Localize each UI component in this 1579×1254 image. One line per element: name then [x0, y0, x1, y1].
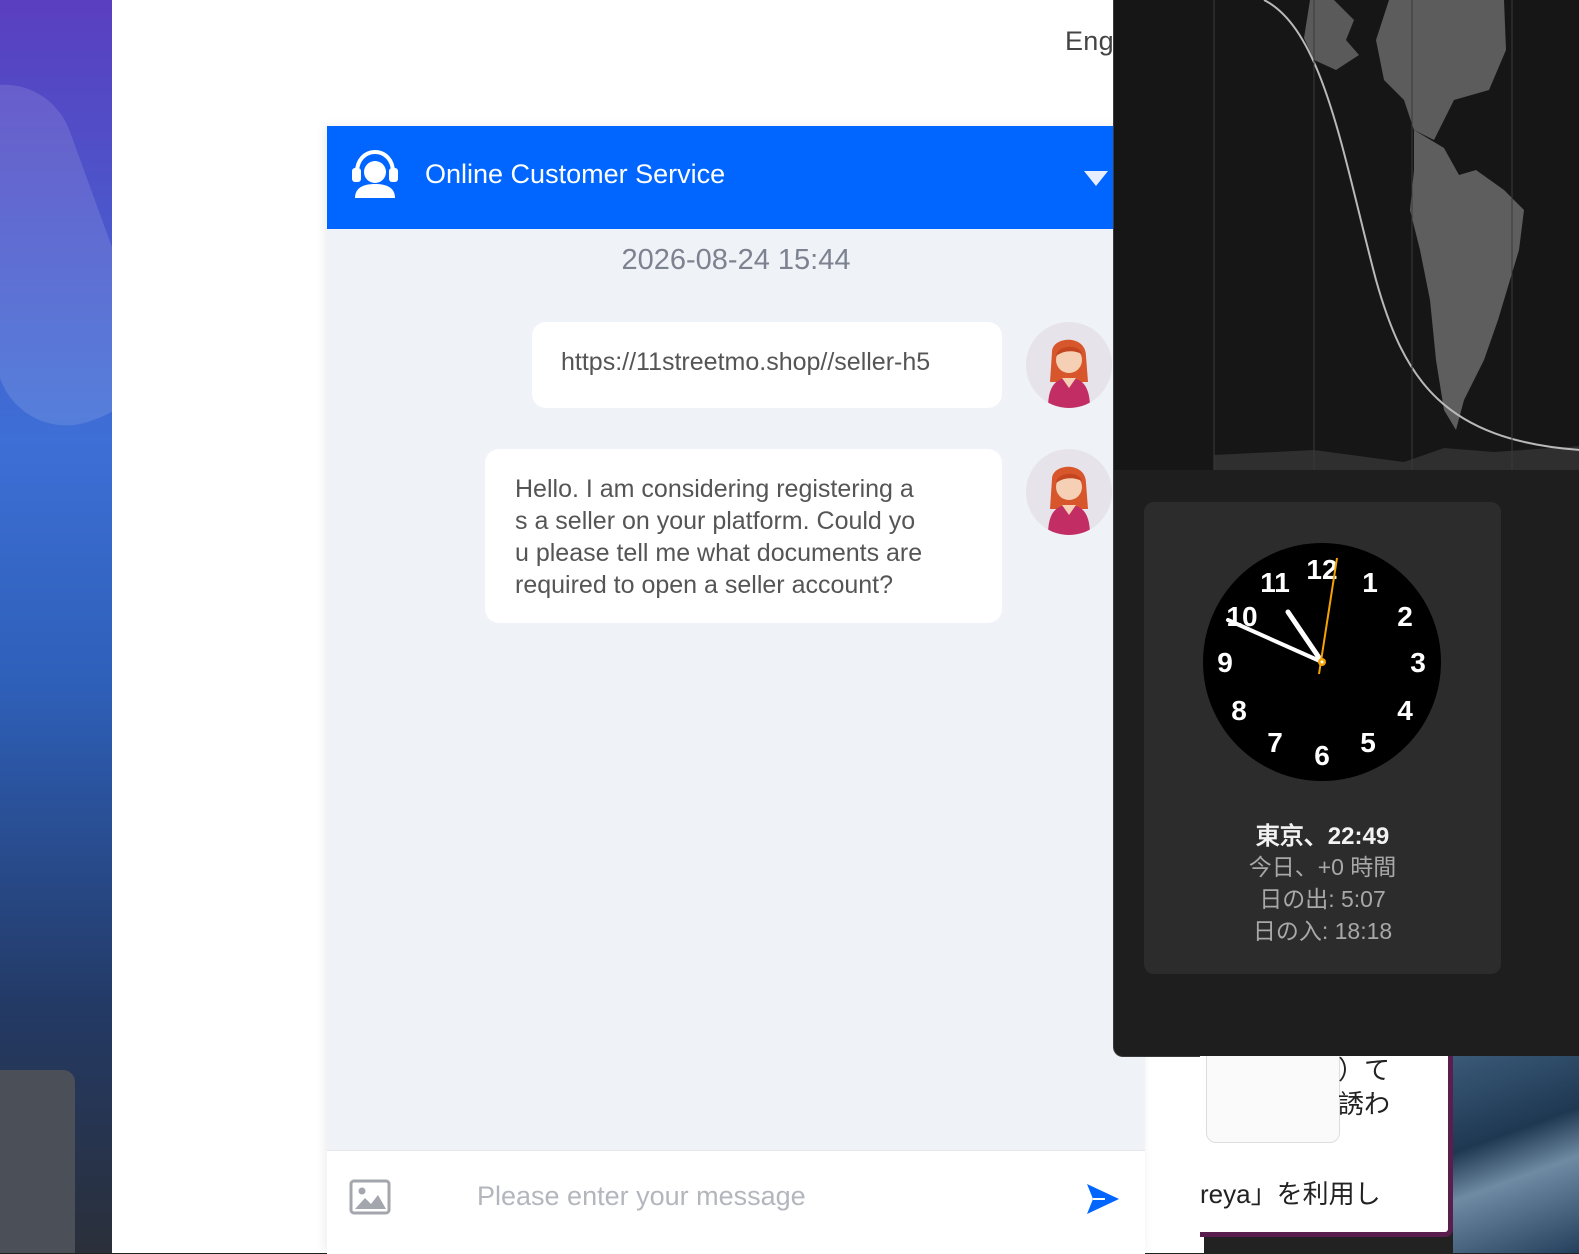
- clock-sunrise: 日の出: 5:07: [1259, 886, 1386, 912]
- clock-numeral: 4: [1397, 695, 1413, 726]
- background-text: ）て: [1338, 1055, 1391, 1085]
- world-map: [1114, 0, 1579, 470]
- clock-numeral: 11: [1260, 567, 1290, 598]
- message-bubble: Hello. I am considering registering a s …: [485, 449, 1002, 623]
- clock-numeral: 3: [1410, 647, 1426, 678]
- background-text: reya」を利用し: [1200, 1179, 1381, 1209]
- message-bubble: https://11streetmo.shop//seller-h5: [532, 322, 1002, 408]
- message-timestamp: 2026-08-24 15:44: [621, 244, 851, 276]
- chat-input-bar: [327, 1150, 1145, 1254]
- clock-sunset: 日の入: 18:18: [1252, 918, 1393, 944]
- clock-numeral: 2: [1397, 601, 1413, 632]
- customer-service-icon: [352, 149, 398, 198]
- message-input[interactable]: [475, 1173, 1079, 1219]
- clock-numeral: 5: [1360, 727, 1376, 758]
- background-window-card: [1206, 1056, 1340, 1143]
- clock-numeral: 8: [1231, 695, 1247, 726]
- wallpaper-shape: [0, 64, 112, 446]
- clock-card[interactable]: 12 1 2 3 4 5 6 7 8 9 10 11 東京、22:49 今日、+…: [1144, 502, 1501, 974]
- image-upload-icon[interactable]: [349, 1179, 391, 1215]
- desktop-wallpaper: [0, 0, 112, 1253]
- analog-clock: 12 1 2 3 4 5 6 7 8 9 10 11: [1203, 543, 1441, 781]
- clock-day-offset: 今日、+0 時間: [1248, 854, 1397, 880]
- clock-city-time: 東京、22:49: [1255, 823, 1390, 850]
- clock-numeral: 9: [1217, 647, 1233, 678]
- chat-title: Online Customer Service: [425, 159, 726, 189]
- background-photo: [1453, 1056, 1579, 1253]
- world-clock-widget: 12 1 2 3 4 5 6 7 8 9 10 11 東京、22:49 今日、+…: [1113, 0, 1579, 1057]
- chat-header[interactable]: Online Customer Service: [327, 126, 1145, 229]
- customer-service-chat-panel: Online Customer Service 2026-08-24 15:44…: [327, 126, 1145, 1254]
- clock-numeral: 6: [1314, 740, 1330, 771]
- clock-numeral: 1: [1362, 567, 1378, 598]
- collapse-chevron-icon[interactable]: [1084, 171, 1108, 186]
- wallpaper-shape: [0, 1070, 75, 1253]
- avatar: [1026, 322, 1112, 408]
- background-window[interactable]: ）て 誘わ reya」を利用し: [1200, 1055, 1453, 1237]
- avatar: [1026, 449, 1112, 535]
- clock-numeral: 7: [1267, 727, 1283, 758]
- background-text: 誘わ: [1338, 1089, 1391, 1119]
- send-icon[interactable]: [1085, 1181, 1121, 1217]
